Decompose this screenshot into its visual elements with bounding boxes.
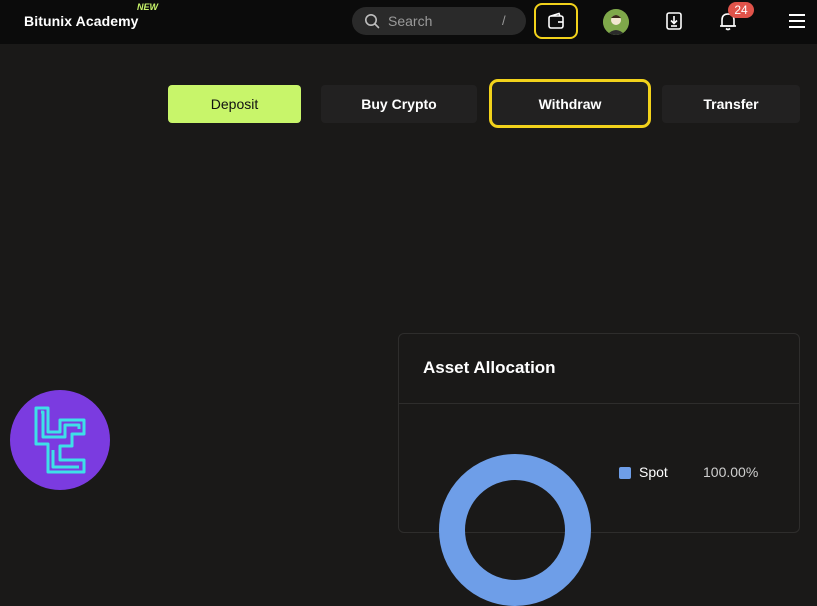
asset-allocation-card: Asset Allocation Spot 100.00%: [398, 333, 800, 606]
buy-crypto-button[interactable]: Buy Crypto: [321, 85, 477, 123]
allocation-donut-chart: [439, 454, 591, 606]
brand-logo: [10, 390, 110, 490]
wallet-icon: [548, 12, 564, 29]
brand-name[interactable]: Bitunix Academy: [24, 13, 139, 29]
search-placeholder: Search: [388, 13, 433, 29]
brand-logo-icon: [34, 406, 86, 474]
top-navbar: Bitunix Academy NEW Search / 24: [0, 0, 817, 44]
legend-swatch-spot: [619, 467, 631, 479]
notification-count-badge: 24: [728, 2, 754, 18]
transfer-button[interactable]: Transfer: [662, 85, 800, 123]
search-input[interactable]: Search /: [352, 7, 526, 35]
search-shortcut: /: [502, 13, 506, 28]
avatar-icon: [603, 9, 629, 35]
menu-icon[interactable]: [789, 14, 805, 28]
legend-percent-spot: 100.00%: [703, 464, 759, 480]
search-icon: [365, 14, 380, 29]
divider: [399, 403, 799, 404]
new-badge: NEW: [137, 2, 158, 12]
download-icon[interactable]: [664, 11, 684, 31]
wallet-button[interactable]: [534, 3, 578, 39]
avatar[interactable]: [603, 9, 629, 35]
withdraw-button[interactable]: Withdraw: [489, 79, 651, 128]
asset-allocation-title: Asset Allocation: [423, 358, 556, 377]
deposit-button[interactable]: Deposit: [168, 85, 301, 123]
legend-label-spot: Spot: [639, 464, 668, 480]
